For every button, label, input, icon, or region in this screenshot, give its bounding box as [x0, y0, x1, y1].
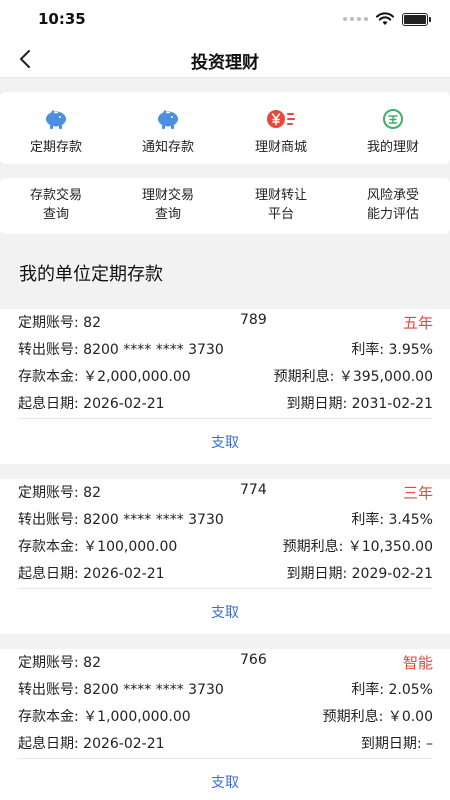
start-date: 起息日期: 2026-02-21	[18, 566, 165, 582]
transfer-account: 转出账号: 8200 **** **** 3730	[18, 682, 224, 698]
term-badge: 三年	[402, 484, 433, 502]
battery-icon	[402, 12, 431, 26]
section-title: 我的单位定期存款	[19, 264, 163, 285]
start-date: 起息日期: 2026-02-21	[18, 396, 165, 412]
divider	[18, 418, 433, 419]
account-row: 定期账号: 82 766 智能	[18, 652, 433, 674]
account-number: 定期账号: 82	[18, 485, 101, 501]
expected-interest: 预期利息: ￥0.00	[322, 709, 433, 725]
interest-rate: 利率: 3.95%	[351, 342, 433, 358]
sub-item-transfer-platform[interactable]: 理财转让 平台	[225, 186, 337, 224]
date-row: 起息日期: 2026-02-21 到期日期: 2029-02-21	[18, 563, 433, 585]
wealth-circle-icon	[383, 109, 403, 129]
expected-interest: 预期利息: ￥395,000.00	[273, 369, 433, 385]
transfer-row: 转出账号: 8200 **** **** 3730 利率: 3.95%	[18, 339, 433, 361]
date-row: 起息日期: 2026-02-21 到期日期: 2031-02-21	[18, 393, 433, 415]
principal: 存款本金: ￥1,000,000.00	[18, 709, 191, 725]
divider	[18, 588, 433, 589]
interest-rate: 利率: 3.45%	[351, 512, 433, 528]
withdraw-button[interactable]: 支取	[0, 772, 450, 792]
interest-rate: 利率: 2.05%	[351, 682, 433, 698]
principal: 存款本金: ￥2,000,000.00	[18, 369, 191, 385]
menu-item-label: 通知存款	[141, 140, 194, 155]
sub-item-label: 存款交易	[29, 188, 82, 203]
transfer-account: 转出账号: 8200 **** **** 3730	[18, 512, 224, 528]
account-row: 定期账号: 82 789 五年	[18, 312, 433, 334]
end-date: 到期日期: 2031-02-21	[286, 396, 433, 412]
sub-menu: 存款交易 查询 理财交易 查询 理财转让 平台 风险承受 能力评估	[0, 178, 450, 234]
page-title: 投资理财	[191, 53, 259, 73]
deposit-card: 定期账号: 82 774 三年 转出账号: 8200 **** **** 373…	[0, 479, 450, 634]
date-row: 起息日期: 2026-02-21 到期日期: –	[18, 733, 433, 755]
menu-item-notice-deposit[interactable]: 通知存款	[112, 92, 224, 164]
deposit-card: 定期账号: 82 789 五年 转出账号: 8200 **** **** 373…	[0, 309, 450, 464]
menu-item-label: 定期存款	[29, 140, 82, 155]
sub-item-risk-assessment[interactable]: 风险承受 能力评估	[337, 186, 449, 224]
sub-item-label: 查询	[42, 207, 69, 222]
withdraw-button[interactable]: 支取	[0, 602, 450, 622]
wifi-icon	[376, 12, 394, 25]
amount-row: 存款本金: ￥1,000,000.00 预期利息: ￥0.00	[18, 706, 433, 728]
sub-item-label: 查询	[154, 207, 181, 222]
account-tail: 774	[240, 482, 267, 498]
amount-row: 存款本金: ￥100,000.00 预期利息: ￥10,350.00	[18, 536, 433, 558]
principal: 存款本金: ￥100,000.00	[18, 539, 178, 555]
sub-item-label: 理财交易	[141, 188, 194, 203]
amount-row: 存款本金: ￥2,000,000.00 预期利息: ￥395,000.00	[18, 366, 433, 388]
end-date: 到期日期: 2029-02-21	[286, 566, 433, 582]
deposit-card: 定期账号: 82 766 智能 转出账号: 8200 **** **** 373…	[0, 649, 450, 800]
signal-dots-icon	[343, 17, 368, 21]
account-row: 定期账号: 82 774 三年	[18, 482, 433, 504]
expected-interest: 预期利息: ￥10,350.00	[282, 539, 433, 555]
divider	[18, 758, 433, 759]
sub-item-label: 风险承受	[366, 188, 419, 203]
sub-item-label: 能力评估	[366, 207, 419, 222]
end-date: 到期日期: –	[360, 736, 433, 752]
sub-item-label: 理财转让	[254, 188, 307, 203]
status-bar: 10:35	[0, 0, 450, 40]
start-date: 起息日期: 2026-02-21	[18, 736, 165, 752]
term-badge: 五年	[402, 314, 433, 332]
sub-item-deposit-query[interactable]: 存款交易 查询	[0, 186, 112, 224]
transfer-row: 转出账号: 8200 **** **** 3730 利率: 3.45%	[18, 509, 433, 531]
menu-item-wealth-mall[interactable]: 理财商城	[225, 92, 337, 164]
menu-item-my-wealth[interactable]: 我的理财	[337, 92, 449, 164]
nav-bar: 投资理财	[0, 40, 450, 78]
main-menu: 定期存款 通知存款 理财商城 我的理财	[0, 92, 450, 164]
piggy-bank-icon	[158, 109, 178, 129]
status-icons	[343, 12, 431, 26]
piggy-bank-icon	[46, 109, 66, 129]
transfer-row: 转出账号: 8200 **** **** 3730 利率: 2.05%	[18, 679, 433, 701]
menu-item-fixed-deposit[interactable]: 定期存款	[0, 92, 112, 164]
menu-item-label: 理财商城	[254, 140, 307, 155]
sub-item-label: 平台	[267, 207, 294, 222]
yen-coin-icon	[267, 110, 295, 128]
status-time: 10:35	[38, 10, 86, 28]
transfer-account: 转出账号: 8200 **** **** 3730	[18, 342, 224, 358]
account-number: 定期账号: 82	[18, 655, 101, 671]
account-number: 定期账号: 82	[18, 315, 101, 331]
account-tail: 766	[240, 652, 267, 668]
term-badge: 智能	[402, 654, 433, 672]
menu-item-label: 我的理财	[366, 140, 419, 155]
withdraw-button[interactable]: 支取	[0, 432, 450, 452]
sub-item-wealth-query[interactable]: 理财交易 查询	[112, 186, 224, 224]
account-tail: 789	[240, 312, 267, 328]
